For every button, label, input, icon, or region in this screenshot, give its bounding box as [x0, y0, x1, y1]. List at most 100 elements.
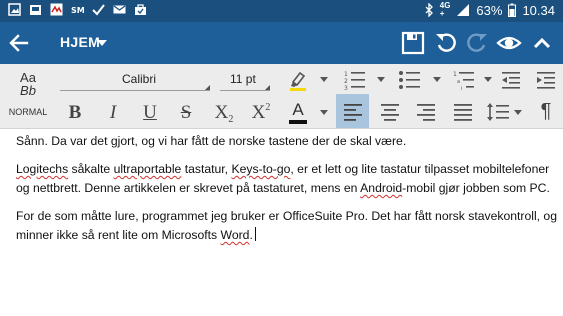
text-run: -mobil gjør jobben som PC.	[402, 181, 550, 195]
align-right-button[interactable]	[412, 99, 440, 125]
subscript-mark: 2	[228, 113, 234, 125]
numbered-list-button[interactable]: 1 2 3	[341, 68, 369, 92]
highlight-color-button[interactable]	[284, 68, 312, 92]
font-color-caret-icon[interactable]	[320, 110, 328, 115]
picture-icon	[8, 3, 21, 16]
email-icon	[113, 3, 126, 16]
decrease-indent-icon	[502, 72, 520, 89]
style-name: NORMAL	[8, 107, 48, 117]
align-right-icon	[417, 104, 435, 121]
tab-menu-caret-icon[interactable]	[97, 40, 107, 46]
bullet-list-caret-icon[interactable]	[433, 77, 441, 82]
font-size-dropdown[interactable]: 11 pt	[230, 72, 256, 86]
paragraph-1: Sånn. Da var det gjort, og vi har fått d…	[16, 134, 407, 148]
align-center-icon	[381, 104, 399, 121]
line-spacing-caret-icon[interactable]	[514, 110, 522, 115]
text-run: såkalte	[68, 162, 114, 176]
font-name-dropdown[interactable]: Calibri	[122, 72, 156, 86]
numbered-list-icon: 1 2 3	[344, 71, 365, 91]
misspelled-word[interactable]: ultraportable	[114, 162, 182, 176]
app-bar: HJEM	[0, 22, 563, 64]
increase-indent-icon	[537, 72, 555, 89]
increase-indent-button[interactable]	[533, 68, 559, 92]
align-center-button[interactable]	[376, 99, 404, 125]
style-preview-bottom: Bb	[20, 83, 36, 98]
text-run: tastatur,	[181, 162, 232, 176]
gallery-icon	[29, 3, 42, 16]
font-color-swatch	[289, 119, 307, 124]
multilevel-list-button[interactable]: 1 a i	[450, 68, 480, 92]
multilevel-list-icon: 1 a i	[453, 71, 474, 91]
network-sub: +	[439, 9, 445, 18]
paragraph-style-selector[interactable]: Aa Bb NORMAL	[6, 68, 50, 126]
align-left-icon	[344, 104, 362, 121]
app-icon	[50, 3, 63, 16]
subscript-button[interactable]: X2	[209, 99, 239, 127]
check-icon	[92, 3, 105, 16]
clock: 10.34	[522, 2, 555, 18]
misspelled-word[interactable]: Word	[221, 228, 250, 242]
italic-button[interactable]: I	[98, 99, 128, 127]
notification-icons: SMS	[8, 3, 147, 16]
justify-button[interactable]	[449, 99, 477, 125]
svg-text:3: 3	[344, 85, 348, 91]
document-body[interactable]: Sånn. Da var det gjort, og vi har fått d…	[0, 130, 563, 316]
battery-percent: 63%	[476, 2, 503, 18]
paragraph-2: Logitechs såkalte ultraportable tastatur…	[16, 160, 561, 198]
misspelled-word[interactable]: Android	[360, 181, 402, 195]
line-spacing-button[interactable]	[484, 99, 512, 125]
battery-icon	[508, 3, 517, 17]
status-bar: SMS 4G + 63% 10.34	[0, 0, 563, 22]
font-name-underline	[60, 90, 210, 91]
multilevel-list-caret-icon[interactable]	[484, 77, 492, 82]
collapse-chevron-icon[interactable]	[529, 30, 555, 56]
svg-text:SMS: SMS	[71, 6, 84, 15]
font-color-letter: A	[292, 99, 304, 119]
font-size-underline	[220, 90, 270, 91]
redo-icon[interactable]	[464, 30, 490, 56]
read-mode-eye-icon[interactable]	[496, 30, 522, 56]
tab-menu-title[interactable]: HJEM	[60, 34, 100, 50]
text-run: For de som måtte lure, programmet jeg br…	[16, 209, 557, 242]
network-type: 4G +	[440, 2, 451, 18]
svg-text:1: 1	[453, 71, 457, 78]
bullet-list-icon	[399, 71, 420, 89]
superscript-button[interactable]: X2	[246, 99, 276, 127]
show-formatting-marks-button[interactable]: ¶	[532, 97, 560, 125]
paragraph-3: For de som måtte lure, programmet jeg br…	[16, 207, 561, 245]
line-spacing-icon	[487, 103, 509, 121]
font-size-dropdown-corner-icon	[265, 85, 270, 90]
highlighter-icon	[290, 71, 306, 91]
svg-text:a: a	[457, 79, 460, 85]
svg-text:i: i	[461, 86, 462, 91]
justify-icon	[454, 104, 472, 121]
font-color-button[interactable]: A	[284, 97, 312, 127]
bold-button[interactable]: B	[60, 99, 90, 127]
save-icon[interactable]	[400, 30, 426, 56]
misspelled-word[interactable]: Logitechs	[16, 162, 68, 176]
svg-text:1: 1	[344, 71, 348, 78]
svg-text:2: 2	[344, 78, 348, 85]
underline-button[interactable]: U	[135, 99, 165, 127]
text-cursor	[254, 227, 256, 241]
highlight-color-caret-icon[interactable]	[320, 77, 328, 82]
misspelled-word[interactable]: Keys-to-go	[231, 162, 290, 176]
signal-icon	[456, 3, 470, 17]
back-arrow-icon[interactable]	[6, 30, 32, 56]
superscript-mark: 2	[265, 101, 271, 113]
sms-icon: SMS	[71, 3, 84, 16]
font-name-dropdown-corner-icon	[205, 85, 210, 90]
decrease-indent-button[interactable]	[498, 68, 524, 92]
strikethrough-button[interactable]: S	[171, 99, 201, 127]
bag-icon	[134, 3, 147, 16]
bullet-list-button[interactable]	[396, 68, 424, 92]
undo-icon[interactable]	[433, 30, 459, 56]
align-left-button[interactable]	[339, 99, 367, 125]
formatting-ribbon: Aa Bb NORMAL Calibri 11 pt 1 2 3 1 a i B…	[0, 64, 563, 129]
numbered-list-caret-icon[interactable]	[377, 77, 385, 82]
superscript-letter: X	[251, 102, 266, 123]
system-status: 4G + 63% 10.34	[424, 2, 555, 18]
bluetooth-icon	[424, 3, 434, 17]
subscript-letter: X	[214, 102, 229, 123]
text-run: .	[249, 228, 253, 242]
